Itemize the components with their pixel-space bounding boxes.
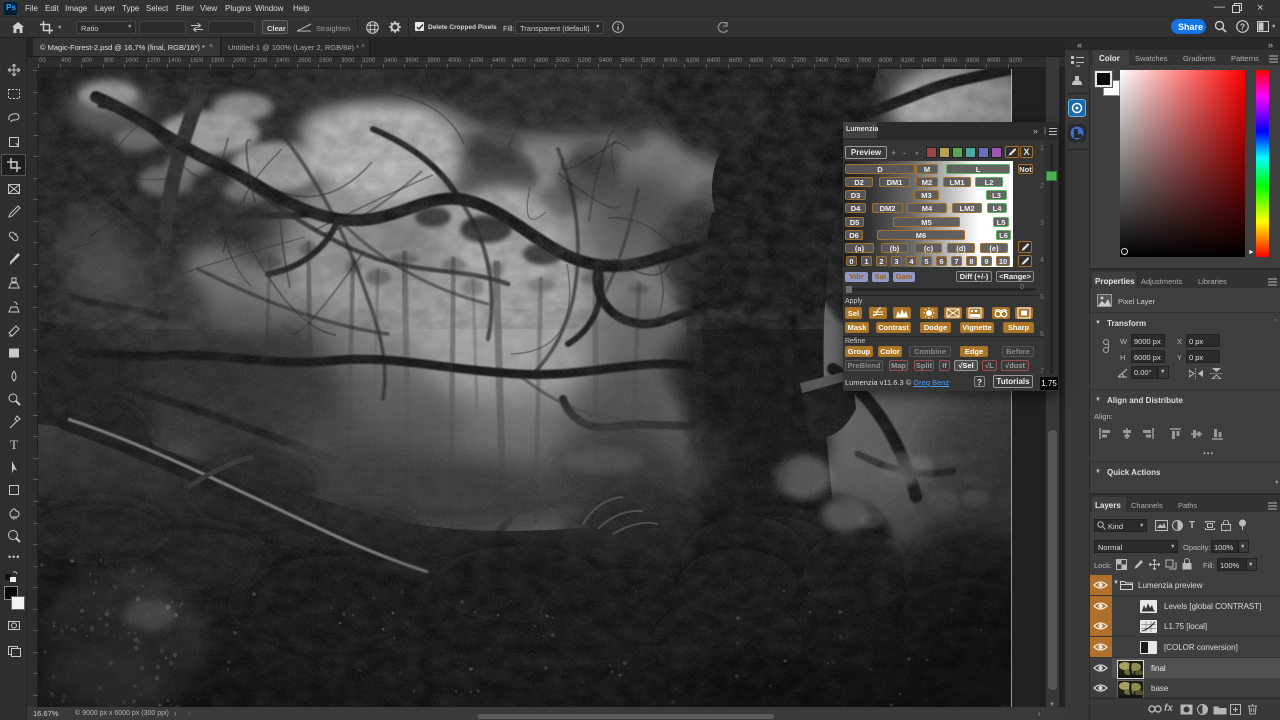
svg-text:T: T (10, 437, 18, 451)
svg-text:?: ? (1240, 22, 1245, 32)
